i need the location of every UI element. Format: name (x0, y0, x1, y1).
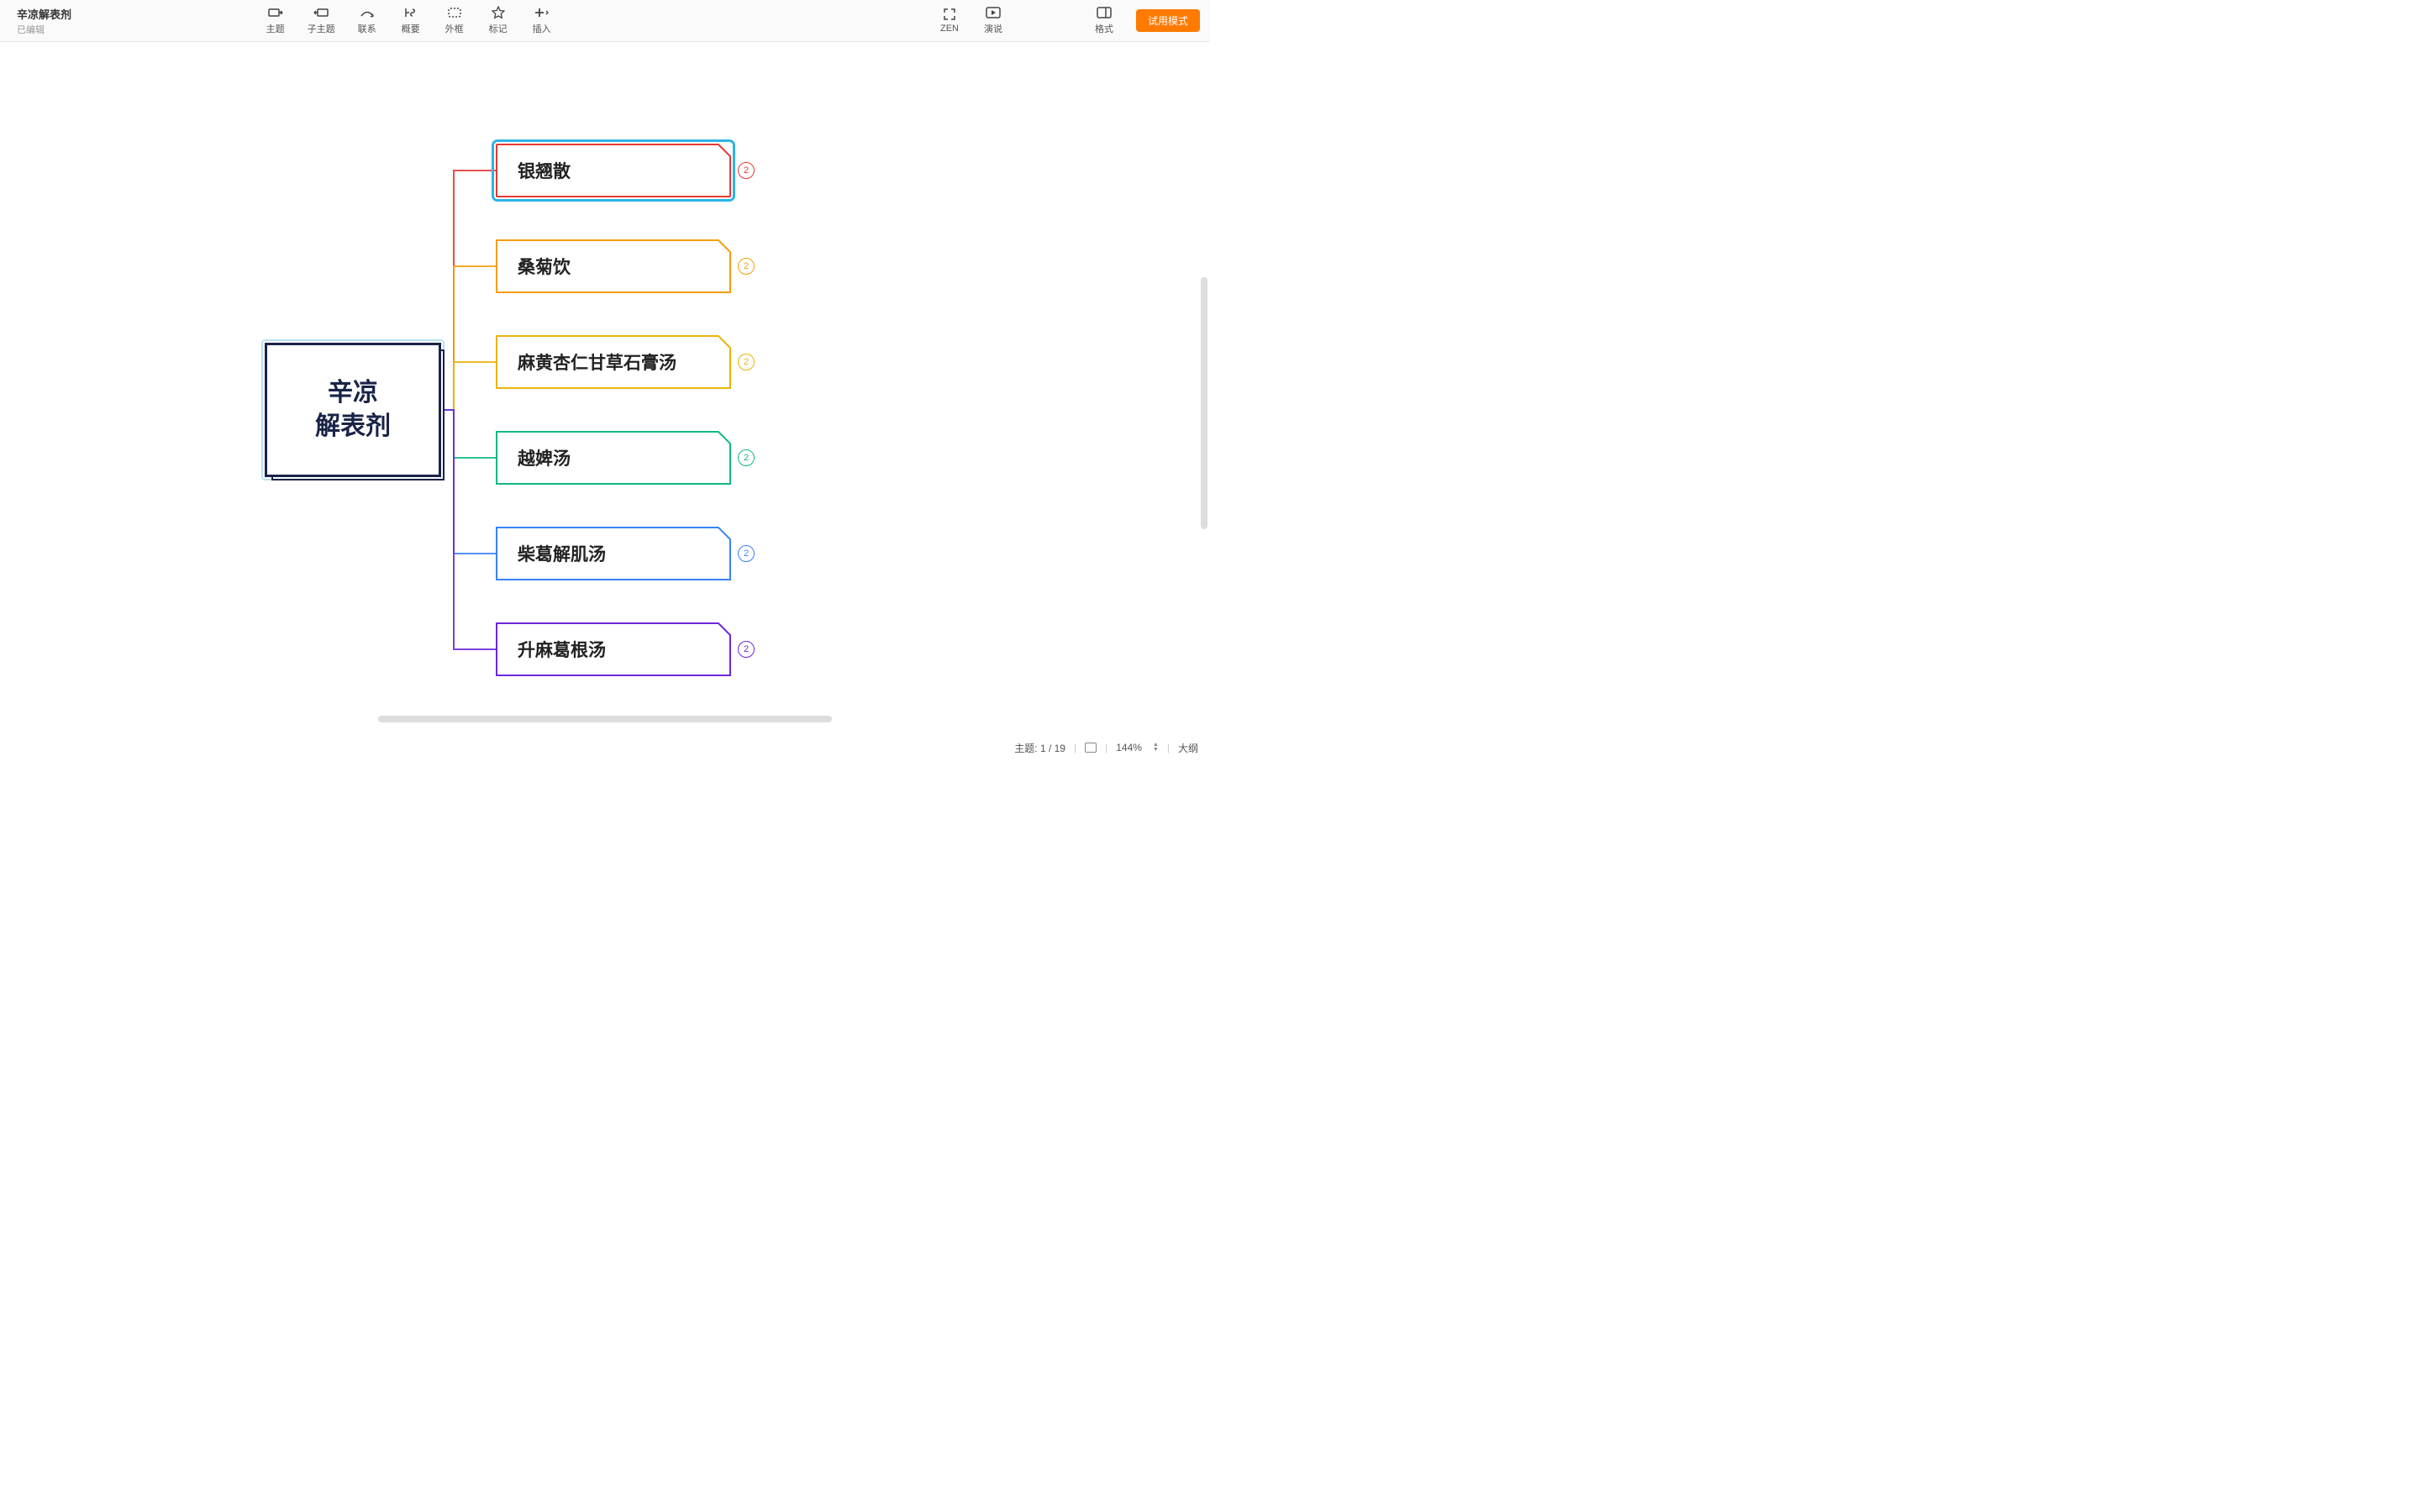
child-count-badge[interactable]: 2 (738, 545, 755, 562)
toolbar-center: 主题 子主题 联系 概要 外框 标记 插入 (264, 6, 554, 35)
subtopic-label: 麻黄杏仁甘草石膏汤 (518, 349, 676, 375)
fold-corner-icon (716, 239, 731, 255)
subtopic-label: 越婢汤 (518, 445, 571, 470)
plus-icon (534, 6, 550, 19)
zen-icon (942, 8, 957, 21)
toolbar-right: ZEN 演说 格式 试用模式 (938, 6, 1200, 35)
format-icon (1097, 6, 1112, 19)
minimap-icon[interactable] (1085, 743, 1097, 753)
separator: | (1167, 742, 1170, 753)
child-count-badge[interactable]: 2 (738, 641, 755, 658)
subtopic-node[interactable]: 升麻葛根汤 (496, 622, 731, 676)
outline-button[interactable]: 大纲 (1178, 741, 1198, 755)
child-count-badge[interactable]: 2 (738, 162, 755, 179)
trial-mode-button[interactable]: 试用模式 (1136, 9, 1200, 32)
subtopic-label: 桑菊饮 (518, 254, 571, 279)
child-count-badge[interactable]: 2 (738, 258, 755, 275)
topic-label: 主题 (266, 22, 285, 35)
subtopic-icon (313, 6, 329, 19)
central-line2: 解表剂 (315, 410, 391, 444)
subtopic-node[interactable]: 银翘散 (496, 144, 731, 197)
zen-button[interactable]: ZEN (938, 8, 961, 34)
summary-icon (403, 6, 418, 19)
subtopic-node[interactable]: 麻黄杏仁甘草石膏汤 (496, 335, 731, 389)
present-button[interactable]: 演说 (981, 6, 1005, 35)
child-count-badge[interactable]: 2 (738, 354, 755, 370)
document-status: 已编辑 (17, 23, 71, 36)
central-box: 辛凉 解表剂 (265, 343, 441, 477)
subtopic-label: 子主题 (308, 22, 335, 35)
zen-label: ZEN (940, 24, 959, 34)
status-bar: 主题: 1 / 19 | | 144% ▲▼ | 大纲 (0, 739, 1210, 756)
fold-corner-icon (716, 431, 731, 446)
boundary-icon (447, 6, 462, 19)
topic-icon (268, 6, 283, 19)
central-topic[interactable]: 辛凉 解表剂 (265, 343, 441, 477)
subtopic-label: 升麻葛根汤 (518, 637, 606, 662)
insert-label: 插入 (533, 22, 551, 35)
mindmap-canvas[interactable]: 辛凉 解表剂 银翘散 2 桑菊饮 2 麻黄杏仁甘草石膏汤 2 越婢汤 2 柴葛解肌汤 2 升麻葛根汤… (0, 42, 1210, 739)
fold-corner-icon (716, 144, 731, 159)
document-title: 辛凉解表剂 (17, 6, 71, 22)
marker-button[interactable]: 标记 (487, 6, 510, 35)
insert-button[interactable]: 插入 (530, 6, 554, 35)
central-line1: 辛凉 (328, 376, 378, 411)
summary-button[interactable]: 概要 (399, 6, 423, 35)
relation-button[interactable]: 联系 (355, 6, 379, 35)
summary-label: 概要 (402, 22, 420, 35)
subtopic-label: 银翘散 (518, 158, 571, 183)
fold-corner-icon (716, 527, 731, 542)
relation-label: 联系 (358, 22, 376, 35)
toolbar: 辛凉解表剂 已编辑 主题 子主题 联系 概要 外框 标记 插入 (0, 0, 1210, 42)
subtopic-node[interactable]: 越婢汤 (496, 431, 731, 485)
present-icon (986, 6, 1001, 19)
format-button[interactable]: 格式 (1092, 6, 1116, 35)
boundary-button[interactable]: 外框 (443, 6, 466, 35)
star-icon (491, 6, 506, 19)
vertical-scrollbar[interactable] (1201, 277, 1207, 529)
fold-corner-icon (716, 335, 731, 350)
marker-label: 标记 (489, 22, 508, 35)
topic-button[interactable]: 主题 (264, 6, 287, 35)
format-label: 格式 (1095, 22, 1113, 35)
separator: | (1074, 742, 1076, 753)
subtopic-button[interactable]: 子主题 (308, 6, 335, 35)
boundary-label: 外框 (445, 22, 464, 35)
present-label: 演说 (984, 22, 1002, 35)
zoom-level[interactable]: 144% (1116, 742, 1142, 753)
relation-icon (360, 6, 375, 19)
zoom-stepper[interactable]: ▲▼ (1153, 743, 1159, 753)
subtopic-label: 柴葛解肌汤 (518, 541, 606, 566)
separator: | (1105, 742, 1107, 753)
subtopic-node[interactable]: 桑菊饮 (496, 239, 731, 293)
title-area: 辛凉解表剂 已编辑 (17, 6, 71, 36)
fold-corner-icon (716, 622, 731, 638)
topic-count-label: 主题: 1 / 19 (1014, 741, 1065, 755)
child-count-badge[interactable]: 2 (738, 449, 755, 466)
horizontal-scrollbar[interactable] (378, 716, 832, 722)
subtopic-node[interactable]: 柴葛解肌汤 (496, 527, 731, 580)
